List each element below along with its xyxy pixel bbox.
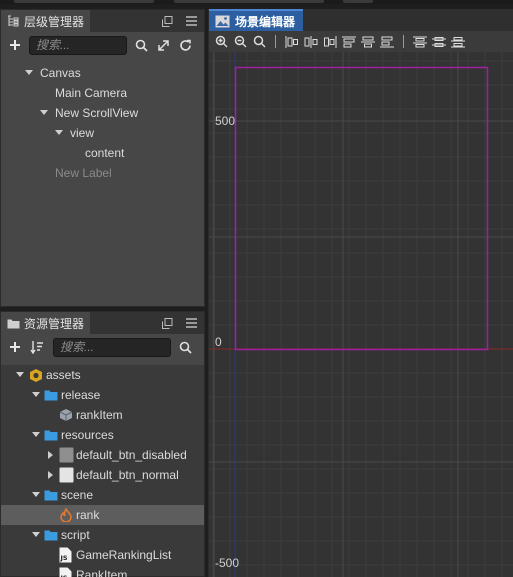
axis-label-500: 500 bbox=[215, 114, 236, 128]
hierarchy-search-input[interactable] bbox=[29, 35, 127, 55]
distribute-bottom-icon[interactable] bbox=[450, 34, 466, 50]
axis-label-0: 0 bbox=[215, 335, 222, 349]
add-asset-button[interactable] bbox=[7, 339, 23, 355]
hierarchy-tab[interactable]: 层级管理器 bbox=[1, 10, 91, 32]
tree-node-new-label[interactable]: New Label bbox=[1, 163, 204, 183]
folder-icon bbox=[44, 390, 58, 401]
asset-item-default-btn-disabled[interactable]: default_btn_disabled bbox=[1, 445, 204, 465]
assets-db-icon bbox=[30, 369, 42, 382]
svg-text:JS: JS bbox=[60, 554, 68, 562]
zoom-out-icon[interactable] bbox=[232, 34, 248, 50]
align-top-icon[interactable] bbox=[341, 34, 357, 50]
hierarchy-tree: Canvas Main Camera New ScrollView view c… bbox=[1, 63, 204, 183]
asset-item-scene[interactable]: scene bbox=[1, 485, 204, 505]
tree-node-view[interactable]: view bbox=[1, 123, 204, 143]
zoom-in-icon[interactable] bbox=[213, 34, 229, 50]
expand-arrow-icon[interactable] bbox=[25, 70, 33, 75]
hierarchy-panel: 层级管理器 Canvas Main Camera bbox=[0, 9, 205, 307]
assets-tab[interactable]: 资源管理器 bbox=[1, 312, 91, 334]
panel-menu-icon[interactable] bbox=[184, 14, 198, 28]
assets-title: 资源管理器 bbox=[24, 316, 85, 331]
hierarchy-tree-icon bbox=[6, 15, 20, 27]
popout-window-icon[interactable] bbox=[160, 14, 174, 28]
asset-item-resources[interactable]: resources bbox=[1, 425, 204, 445]
folder-icon bbox=[44, 490, 58, 501]
scene-editor-title: 场景编辑器 bbox=[235, 14, 296, 29]
texture-gray-icon bbox=[59, 447, 74, 463]
asset-item-gamerankinglist[interactable]: JS GameRankingList bbox=[1, 545, 204, 565]
align-bottom-icon[interactable] bbox=[379, 34, 395, 50]
asset-item-rankitem-script[interactable]: JS RankItem bbox=[1, 565, 204, 577]
add-node-button[interactable] bbox=[7, 37, 23, 53]
top-window-strip bbox=[0, 0, 513, 4]
search-icon[interactable] bbox=[177, 339, 193, 355]
expand-arrow-icon[interactable] bbox=[32, 532, 40, 537]
texture-white-icon bbox=[59, 467, 74, 483]
folder-icon bbox=[44, 430, 58, 441]
expand-arrow-icon[interactable] bbox=[32, 392, 40, 397]
distribute-vcenter-icon[interactable] bbox=[431, 34, 447, 50]
asset-item-script[interactable]: script bbox=[1, 525, 204, 545]
assets-tree: assets release rankItem resources defaul… bbox=[1, 365, 204, 577]
tree-node-new-scrollview[interactable]: New ScrollView bbox=[1, 103, 204, 123]
zoom-reset-icon[interactable] bbox=[251, 34, 267, 50]
expand-arrow-icon[interactable] bbox=[16, 372, 24, 377]
scene-image-icon bbox=[215, 15, 230, 27]
folder-tab-icon bbox=[6, 317, 20, 329]
expand-arrow-icon[interactable] bbox=[48, 471, 53, 479]
scene-viewport[interactable]: 500 0 -500 bbox=[209, 52, 513, 577]
asset-item-rank[interactable]: rank bbox=[1, 505, 204, 525]
asset-item-default-btn-normal[interactable]: default_btn_normal bbox=[1, 465, 204, 485]
scene-editor-panel: 场景编辑器 500 0 -500 bbox=[208, 9, 513, 577]
search-icon[interactable] bbox=[133, 37, 149, 53]
distribute-top-icon[interactable] bbox=[412, 34, 428, 50]
expand-arrow-icon[interactable] bbox=[48, 451, 53, 459]
expand-arrow-icon[interactable] bbox=[32, 432, 40, 437]
asset-item-rankitem[interactable]: rankItem bbox=[1, 405, 204, 425]
refresh-icon[interactable] bbox=[177, 37, 193, 53]
expand-arrow-icon[interactable] bbox=[40, 110, 48, 115]
panel-menu-icon[interactable] bbox=[184, 316, 198, 330]
align-hcenter-icon[interactable] bbox=[303, 34, 319, 50]
popout-window-icon[interactable] bbox=[160, 316, 174, 330]
align-right-icon[interactable] bbox=[322, 34, 338, 50]
scene-toolbar bbox=[209, 31, 513, 52]
assets-panel: 资源管理器 assets release bbox=[0, 311, 205, 577]
expand-all-icon[interactable] bbox=[155, 37, 171, 53]
scene-editor-tab[interactable]: 场景编辑器 bbox=[209, 9, 304, 31]
asset-item-release[interactable]: release bbox=[1, 385, 204, 405]
tree-node-content[interactable]: content bbox=[1, 143, 204, 163]
align-left-icon[interactable] bbox=[284, 34, 300, 50]
fire-scene-icon bbox=[60, 508, 72, 522]
asset-item-assets[interactable]: assets bbox=[1, 365, 204, 385]
expand-arrow-icon[interactable] bbox=[32, 492, 40, 497]
assets-search-input[interactable] bbox=[53, 337, 171, 357]
expand-arrow-icon[interactable] bbox=[55, 130, 63, 135]
canvas-frame bbox=[234, 66, 489, 351]
hierarchy-title: 层级管理器 bbox=[24, 14, 85, 29]
tree-node-main-camera[interactable]: Main Camera bbox=[1, 83, 204, 103]
align-vcenter-icon[interactable] bbox=[360, 34, 376, 50]
prefab-icon bbox=[59, 409, 73, 421]
js-file-icon: JS bbox=[59, 567, 72, 577]
sort-icon[interactable] bbox=[29, 339, 45, 355]
axis-label-minus-500: -500 bbox=[215, 556, 240, 570]
tree-node-canvas[interactable]: Canvas bbox=[1, 63, 204, 83]
folder-icon bbox=[44, 530, 58, 541]
js-file-icon: JS bbox=[59, 547, 72, 563]
scene-grid bbox=[209, 52, 513, 577]
